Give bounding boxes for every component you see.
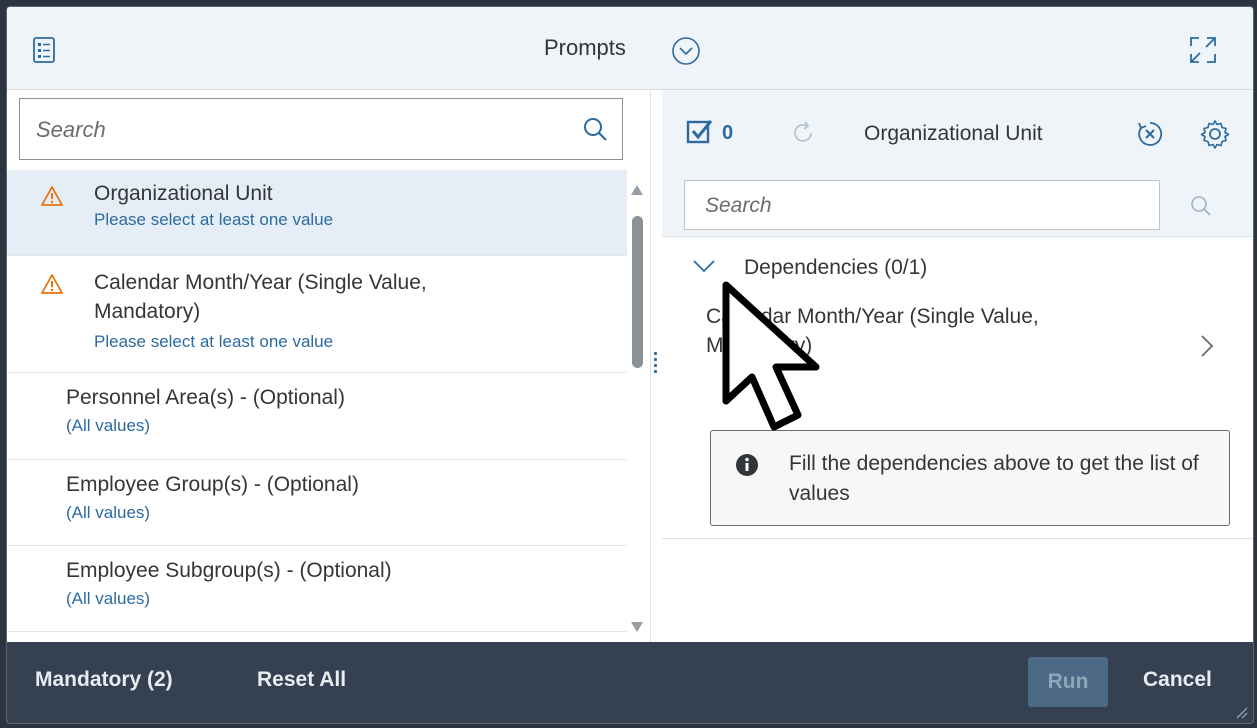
search-icon[interactable] xyxy=(1190,195,1212,222)
dialog-footer: Mandatory (2) Reset All Run Cancel xyxy=(7,642,1253,723)
dialog-header: Prompts xyxy=(7,7,1253,90)
prompt-item-status: (All values) xyxy=(66,416,151,435)
prompt-item-label-line2: Mandatory) xyxy=(94,300,201,323)
chevron-down-icon xyxy=(692,259,716,278)
settings-gear-icon[interactable] xyxy=(1200,119,1230,154)
prompt-search-box xyxy=(19,98,623,161)
info-icon xyxy=(735,453,759,482)
prompt-item-employee-group[interactable]: Employee Group(s) - (Optional) (All valu… xyxy=(7,460,627,546)
prompt-item-status: (All values) xyxy=(66,503,151,522)
selected-values-toggle[interactable]: 0 xyxy=(686,118,733,149)
prompt-item-calendar-month-year[interactable]: Calendar Month/Year (Single Value, Manda… xyxy=(7,256,627,373)
prompt-item-label: Employee Subgroup(s) - (Optional) xyxy=(66,559,392,582)
mandatory-filter-button[interactable]: Mandatory (2) xyxy=(35,668,173,692)
expand-icon[interactable] xyxy=(1187,34,1219,71)
prompt-item-label: Employee Group(s) - (Optional) xyxy=(66,473,359,496)
scroll-down-icon[interactable] xyxy=(631,619,643,637)
scroll-up-icon[interactable] xyxy=(631,182,643,200)
prompt-list: Organizational Unit Please select at lea… xyxy=(7,170,627,642)
panel-splitter-handle[interactable] xyxy=(652,349,658,387)
value-search-box xyxy=(684,180,1160,231)
prompts-dialog: Prompts Search Organizational Unit Pleas… xyxy=(6,6,1254,724)
warning-icon xyxy=(41,274,63,299)
prompt-item-status: Please select at least one value xyxy=(94,210,334,229)
warning-icon xyxy=(41,186,63,211)
prompt-list-icon xyxy=(33,37,55,68)
run-button[interactable]: Run xyxy=(1028,657,1108,707)
selected-count: 0 xyxy=(722,122,734,144)
scroll-thumb[interactable] xyxy=(632,216,643,368)
prompt-item-employee-subgroup[interactable]: Employee Subgroup(s) - (Optional) (All v… xyxy=(7,546,627,632)
refresh-icon[interactable] xyxy=(790,120,816,151)
mouse-pointer-icon xyxy=(720,281,830,446)
reset-all-button[interactable]: Reset All xyxy=(257,668,346,692)
prompt-item-organizational-unit[interactable]: Organizational Unit Please select at lea… xyxy=(7,170,627,256)
info-message-text: Fill the dependencies above to get the l… xyxy=(789,452,1199,505)
dependencies-header[interactable]: Dependencies (0/1) xyxy=(692,256,927,280)
title-chevron-down-icon[interactable] xyxy=(671,36,701,71)
chevron-right-icon xyxy=(1200,334,1214,363)
prompt-search-input[interactable] xyxy=(34,99,558,161)
prompt-list-scrollbar[interactable] xyxy=(626,172,648,642)
prompt-item-label: Personnel Area(s) - (Optional) xyxy=(66,386,345,409)
prompt-item-status: Please select at least one value xyxy=(94,332,334,351)
value-search-input[interactable] xyxy=(703,181,1147,231)
prompt-item-label-line1: Calendar Month/Year (Single Value, xyxy=(94,271,427,294)
value-toolbar: 0 Organizational Unit xyxy=(662,90,1253,174)
prompt-item-label: Organizational Unit xyxy=(94,182,273,205)
prompt-list-panel: Organizational Unit Please select at lea… xyxy=(7,90,651,642)
dependencies-label: Dependencies (0/1) xyxy=(744,256,928,279)
selected-prompt-title: Organizational Unit xyxy=(864,122,1043,145)
value-search-area xyxy=(662,174,1253,237)
checkbox-checked-icon xyxy=(686,118,714,149)
resize-grip-icon[interactable] xyxy=(1233,704,1249,723)
dialog-title: Prompts xyxy=(544,35,626,60)
search-icon[interactable] xyxy=(582,116,608,147)
prompt-item-status: (All values) xyxy=(66,589,151,608)
prompt-item-personnel-area[interactable]: Personnel Area(s) - (Optional) (All valu… xyxy=(7,373,627,460)
clear-selection-icon[interactable] xyxy=(1136,120,1164,153)
cancel-button[interactable]: Cancel xyxy=(1143,668,1212,692)
